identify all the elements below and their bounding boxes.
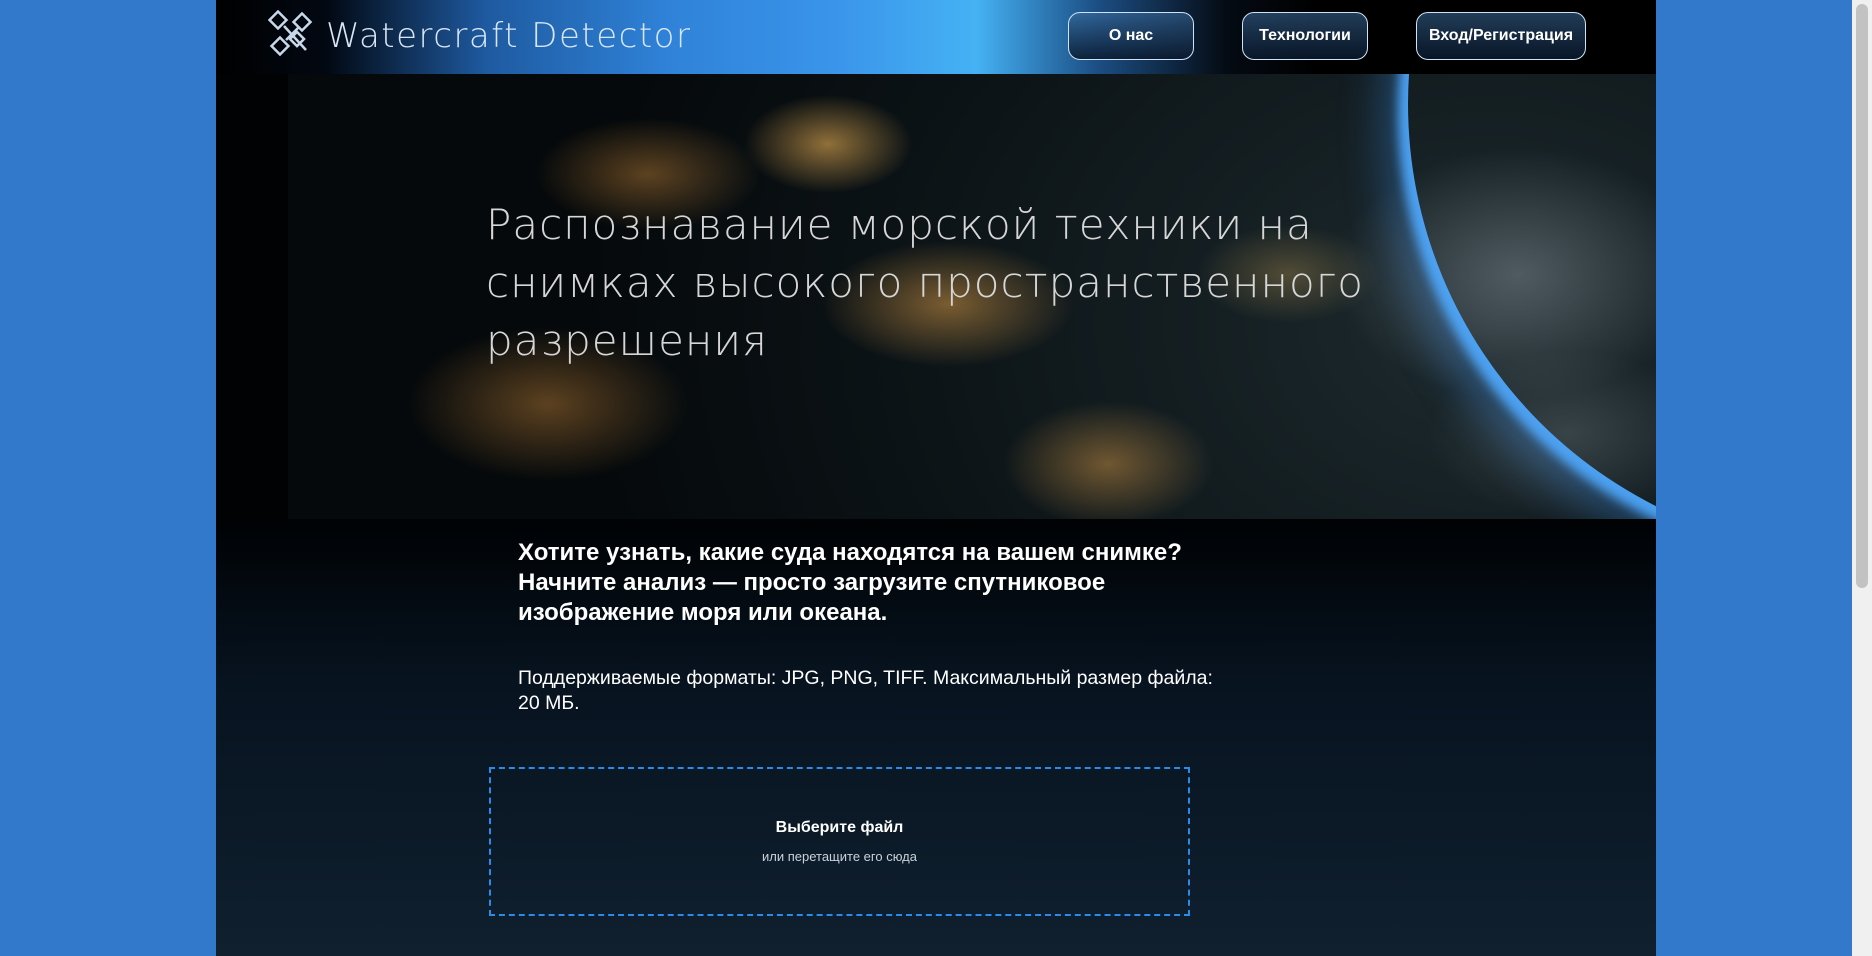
page-container: Watercraft Detector О нас Технологии Вхо…	[216, 0, 1656, 956]
satellite-icon[interactable]	[267, 9, 314, 60]
file-dropzone[interactable]: Выберите файл или перетащите его сюда	[489, 767, 1190, 916]
upload-lead-text: Хотите узнать, какие суда находятся на в…	[518, 539, 1182, 626]
hero-title: Распознавание морской техники на снимках…	[486, 200, 1364, 365]
logo-text[interactable]: Watercraft Detector	[326, 16, 691, 56]
vertical-scrollbar[interactable]	[1852, 0, 1872, 956]
choose-file-label[interactable]: Выберите файл	[491, 819, 1188, 837]
supported-formats-text: Поддерживаемые форматы: JPG, PNG, TIFF. …	[518, 667, 1213, 714]
nav-technologies-button[interactable]: Технологии	[1242, 12, 1368, 60]
scrollbar-thumb[interactable]	[1856, 4, 1868, 588]
drag-hint-label: или перетащите его сюда	[762, 849, 917, 864]
header-bar: Watercraft Detector О нас Технологии Вхо…	[216, 0, 1656, 74]
nav-login-button[interactable]: Вход/Регистрация	[1416, 12, 1586, 60]
nav-about-button[interactable]: О нас	[1068, 12, 1194, 60]
